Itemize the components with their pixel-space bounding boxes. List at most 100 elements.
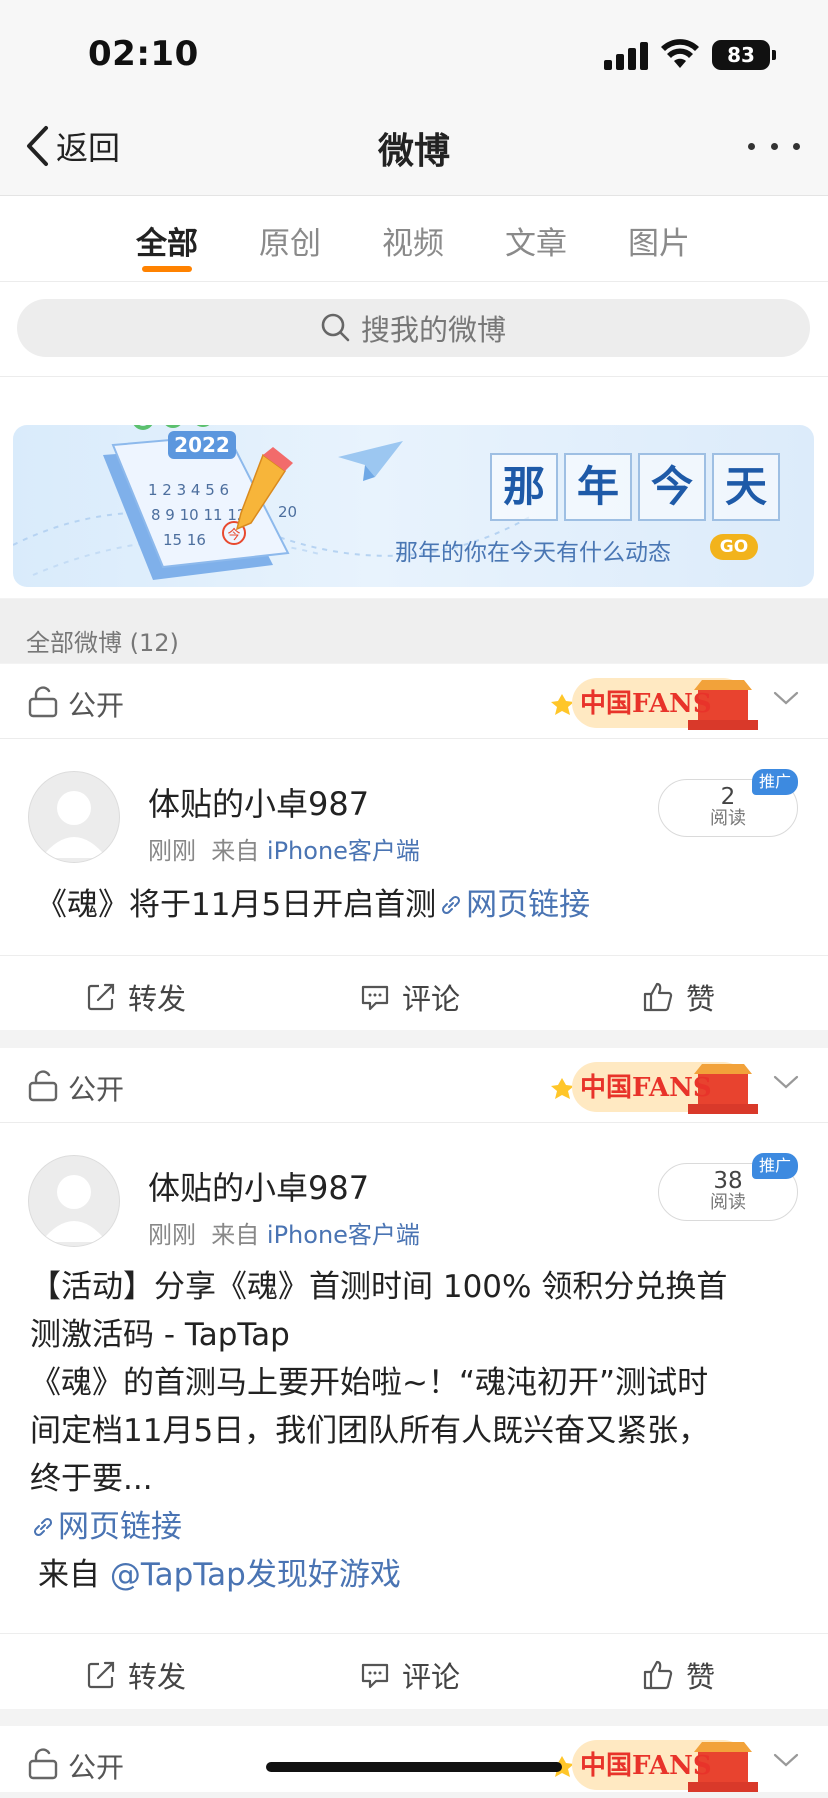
web-link-label: 网页链接 <box>58 1509 182 1545</box>
link-icon <box>442 895 461 915</box>
thumbs-up-icon <box>643 982 673 1012</box>
post-meta: 刚刚 来自 iPhone客户端 <box>148 1215 420 1250</box>
promote-tag[interactable]: 推广 <box>752 769 798 795</box>
comment-button[interactable]: 评论 <box>360 1654 460 1696</box>
web-link[interactable]: 网页链接 <box>30 1503 800 1551</box>
badge-text: 中国FANS <box>580 1751 712 1781</box>
more-options-button[interactable] <box>748 138 800 154</box>
china-fans-badge: 中国FANS <box>551 678 758 730</box>
chevron-down-icon[interactable] <box>772 1072 800 1092</box>
read-label: 阅读 <box>710 1192 746 1213</box>
comment-label: 评论 <box>402 982 461 1016</box>
china-fans-badge: 中国FANS <box>551 1740 758 1792</box>
lock-open-icon <box>28 1748 58 1780</box>
privacy-row: 公开 中国FANS <box>0 664 828 739</box>
badge-text: 中国FANS <box>580 689 712 719</box>
search-placeholder: 搜我的微博 <box>360 313 506 347</box>
privacy-label: 公开 <box>68 1751 125 1784</box>
comment-icon <box>361 1663 389 1689</box>
post-body: 《魂》将于11月5日开启首测 <box>36 887 437 923</box>
post-text-line: 间定档11月5日，我们团队所有人既兴奋又紧张， <box>30 1413 710 1449</box>
from-prefix: 来自 <box>38 1557 100 1593</box>
username[interactable]: 体贴的小卓987 <box>148 779 369 825</box>
repost-icon <box>87 1661 115 1689</box>
post-text-line: 《魂》的首测马上要开始啦~！“魂沌初开”测试时 <box>30 1365 709 1401</box>
repost-icon <box>87 983 115 1011</box>
search-section: 搜我的微博 <box>0 282 828 377</box>
repost-source: 来自 @TapTap发现好游戏 <box>30 1551 800 1599</box>
search-input[interactable]: 搜我的微博 <box>17 299 810 357</box>
repost-button[interactable]: 转发 <box>86 1654 186 1696</box>
post-source[interactable]: iPhone客户端 <box>267 837 420 865</box>
filter-tabs: 全部 原创 视频 文章 图片 <box>0 196 828 282</box>
avatar[interactable] <box>28 1155 120 1247</box>
svg-text:1 2 3 4 5 6: 1 2 3 4 5 6 <box>148 481 229 499</box>
banner-subtitle: 那年的你在今天有什么动态 <box>395 540 671 566</box>
default-avatar-icon <box>41 791 107 858</box>
banner-section: 2022 1 2 3 4 5 6 8 9 10 11 12 15 16 今 20… <box>0 377 828 598</box>
banner-title-char: 年 <box>564 453 632 521</box>
post-meta: 刚刚 来自 iPhone客户端 <box>148 831 420 866</box>
repost-label: 转发 <box>128 982 187 1016</box>
comment-label: 评论 <box>402 1660 461 1694</box>
banner-title-char: 天 <box>712 453 780 521</box>
china-fans-badge: 中国FANS <box>551 1062 758 1114</box>
post-text-line: 测激活码 - TapTap <box>30 1317 290 1353</box>
post-text: 【活动】分享《魂》首测时间 100% 领积分兑换首 测激活码 - TapTap … <box>30 1263 800 1599</box>
battery-tip <box>772 50 776 60</box>
post-source[interactable]: iPhone客户端 <box>267 1221 420 1249</box>
privacy-label: 公开 <box>68 1073 125 1106</box>
lock-open-icon <box>28 686 58 718</box>
wifi-icon <box>661 39 699 68</box>
read-label: 阅读 <box>710 808 746 829</box>
mention-link[interactable]: @TapTap发现好游戏 <box>110 1557 401 1593</box>
like-label: 赞 <box>686 982 716 1016</box>
username[interactable]: 体贴的小卓987 <box>148 1163 369 1209</box>
banner-title-char: 那 <box>490 453 558 521</box>
comment-button[interactable]: 评论 <box>360 976 460 1018</box>
banner-title-char: 今 <box>638 453 706 521</box>
tab-article[interactable]: 文章 <box>505 218 567 263</box>
privacy-label: 公开 <box>68 689 125 722</box>
tab-original[interactable]: 原创 <box>259 218 321 263</box>
section-title: 全部微博 (12) <box>26 629 179 657</box>
tab-video[interactable]: 视频 <box>382 218 444 263</box>
page-title: 微博 <box>377 131 450 172</box>
chevron-down-icon[interactable] <box>772 688 800 708</box>
cellular-signal-icon <box>604 40 648 70</box>
lock-open-icon <box>28 1070 58 1102</box>
link-icon <box>33 1517 53 1537</box>
post-card: 体贴的小卓987 刚刚 来自 iPhone客户端 38 阅读 推广 【活动】分享… <box>0 1123 828 1709</box>
svg-text:20: 20 <box>278 503 297 521</box>
banner-go-button[interactable]: GO <box>710 534 758 560</box>
web-link[interactable]: 网页链接 <box>436 887 590 923</box>
privacy-row: 公开 中国FANS <box>0 1726 828 1792</box>
on-this-day-banner[interactable]: 2022 1 2 3 4 5 6 8 9 10 11 12 15 16 今 20… <box>13 425 814 587</box>
calendar-year: 2022 <box>174 433 230 457</box>
post-actions: 转发 评论 赞 <box>0 1633 828 1712</box>
post-text-line: 终于要... <box>30 1461 153 1497</box>
top-bar: 02:10 83 返回 微博 <box>0 0 828 196</box>
banner-title: 那 年 今 天 <box>490 453 786 521</box>
tab-all[interactable]: 全部 <box>136 218 198 263</box>
post-time: 刚刚 <box>148 1221 196 1249</box>
tab-image[interactable]: 图片 <box>628 218 690 263</box>
home-indicator[interactable] <box>266 1762 562 1772</box>
source-prefix: 来自 <box>211 1221 260 1249</box>
chevron-down-icon[interactable] <box>772 1750 800 1770</box>
like-button[interactable]: 赞 <box>642 976 715 1018</box>
svg-text:15 16: 15 16 <box>163 531 206 549</box>
status-time: 02:10 <box>88 34 199 74</box>
post-time: 刚刚 <box>148 837 196 865</box>
like-button[interactable]: 赞 <box>642 1654 715 1696</box>
comment-icon <box>361 985 389 1011</box>
avatar[interactable] <box>28 771 120 863</box>
privacy-row: 公开 中国FANS <box>0 1048 828 1123</box>
promote-tag[interactable]: 推广 <box>752 1153 798 1179</box>
repost-label: 转发 <box>128 1660 187 1694</box>
battery-icon: 83 <box>712 40 770 70</box>
web-link-label: 网页链接 <box>466 887 591 923</box>
default-avatar-icon <box>41 1175 107 1242</box>
post-actions: 转发 评论 赞 <box>0 955 828 1034</box>
repost-button[interactable]: 转发 <box>86 976 186 1018</box>
